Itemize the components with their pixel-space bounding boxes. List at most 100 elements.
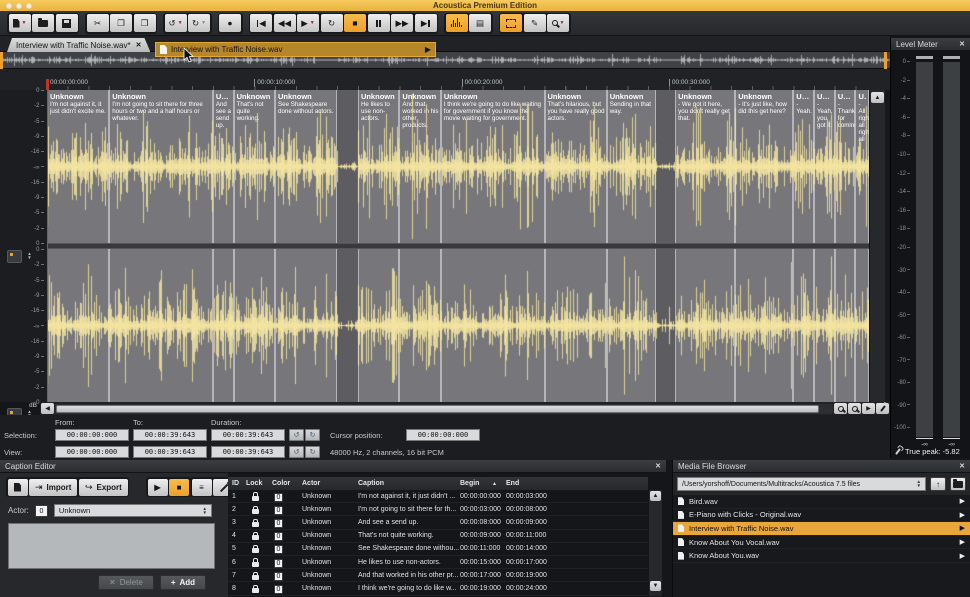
file-preview-play-icon[interactable]: ▶ xyxy=(960,538,965,546)
stop-button[interactable]: ■ xyxy=(344,14,366,32)
file-preview-play-icon[interactable]: ▶ xyxy=(960,552,965,560)
copy-button[interactable]: ❐ xyxy=(110,14,132,32)
overview-range-start-marker[interactable] xyxy=(0,52,3,69)
zoom-in-horizontal-button[interactable] xyxy=(834,403,847,414)
media-file-row[interactable]: Know About You Vocal.wav▶ xyxy=(673,536,970,550)
zoom-tool-button[interactable]: ▼ xyxy=(547,14,569,32)
column-header-color[interactable]: Color xyxy=(272,480,290,488)
record-button[interactable]: ● xyxy=(219,14,241,32)
undo-dropdown-icon[interactable]: ▼ xyxy=(178,21,183,26)
hscroll-track[interactable] xyxy=(55,404,833,414)
hscroll-thumb[interactable] xyxy=(56,405,819,413)
undo-button[interactable]: ↺▼ xyxy=(165,14,187,32)
caption-table-row[interactable]: 70UnknownAnd that worked in his other pr… xyxy=(228,569,648,582)
caption-stop-button[interactable]: ■ xyxy=(169,479,189,496)
caption-table-row[interactable]: 40UnknownThat's not quite working.00:00:… xyxy=(228,530,648,543)
level-meter-titlebar[interactable]: Level Meter ✕ xyxy=(891,38,970,51)
table-scroll-down-button[interactable]: ▼ xyxy=(650,581,661,591)
overview-range-end-marker[interactable] xyxy=(884,52,887,69)
column-header-lock[interactable]: Lock xyxy=(246,480,262,488)
add-caption-button[interactable]: +Add xyxy=(160,575,206,590)
go-to-start-button[interactable]: ◀ xyxy=(250,14,272,32)
view-to-field[interactable]: 00:00:39:643 xyxy=(133,446,207,458)
media-file-row[interactable]: E-Piano with Clicks - Original.wav▶ xyxy=(673,509,970,523)
minimize-window-button[interactable] xyxy=(16,3,22,9)
zoom-window-button[interactable] xyxy=(26,3,32,9)
view-from-field[interactable]: 00:00:00:000 xyxy=(55,446,129,458)
channel-divider[interactable] xyxy=(47,243,869,249)
open-file-button[interactable] xyxy=(32,14,54,32)
playhead-marker[interactable] xyxy=(46,79,49,90)
overview-waveform[interactable] xyxy=(0,52,890,69)
column-header-begin[interactable]: Begin xyxy=(460,480,479,488)
file-preview-play-icon[interactable]: ▶ xyxy=(960,524,965,532)
channel-1-button[interactable] xyxy=(7,250,22,263)
column-header-end[interactable]: End xyxy=(506,480,519,488)
new-file-dropdown-icon[interactable]: ▼ xyxy=(22,21,27,26)
caption-table-row[interactable]: 80UnknownI think we're going to do like … xyxy=(228,582,648,595)
meter-settings-icon[interactable] xyxy=(895,448,901,455)
caption-table-row[interactable]: 10UnknownI'm not against it, it just did… xyxy=(228,490,648,503)
table-scroll-track[interactable] xyxy=(649,502,662,580)
caption-editor-close-icon[interactable]: ✕ xyxy=(655,462,661,470)
caption-table-scrollbar[interactable]: ▲ ▼ xyxy=(649,490,662,596)
selection-duration-field[interactable]: 00:00:39:643 xyxy=(211,429,285,441)
play-dropdown-icon[interactable]: ▼ xyxy=(310,21,315,26)
selection-undo-button[interactable]: ↺ xyxy=(289,429,304,441)
caption-table-row[interactable]: 30UnknownAnd see a send up.00:00:08:0000… xyxy=(228,516,648,529)
media-file-row[interactable]: Bird.wav▶ xyxy=(673,495,970,509)
scroll-up-button[interactable]: ▲ xyxy=(871,92,884,103)
level-meter-close-icon[interactable]: ✕ xyxy=(959,40,965,48)
pause-button[interactable] xyxy=(368,14,390,32)
caption-editor-titlebar[interactable]: Caption Editor ✕ xyxy=(0,460,666,473)
tab-close-icon[interactable]: ✕ xyxy=(136,41,142,49)
cut-button[interactable]: ✂ xyxy=(87,14,109,32)
zoom-tool-dropdown-icon[interactable]: ▼ xyxy=(560,21,565,26)
selection-tool-button[interactable] xyxy=(500,14,522,32)
actor-select[interactable]: Unknown ▲▼ xyxy=(54,504,212,517)
spectrum-view-button[interactable]: ▤ xyxy=(469,14,491,32)
channel-2-waveform[interactable] xyxy=(47,249,869,402)
caption-table-header[interactable]: IDLockColorActorCaptionBegin▲End xyxy=(228,477,648,490)
caption-text-area[interactable] xyxy=(8,523,215,569)
table-scroll-up-button[interactable]: ▲ xyxy=(650,491,661,501)
column-header-id[interactable]: ID xyxy=(232,480,239,488)
media-file-row[interactable]: Know About You.wav▶ xyxy=(673,549,970,563)
rewind-button[interactable]: ◀◀ xyxy=(274,14,296,32)
paste-button[interactable]: ❒ xyxy=(134,14,156,32)
view-duration-field[interactable]: 00:00:39:643 xyxy=(211,446,285,458)
view-redo-button[interactable]: ↻ xyxy=(305,446,320,458)
horizontal-scrollbar[interactable]: ◀ ▶ xyxy=(40,402,890,415)
channel-1-stepper[interactable]: ▲▼ xyxy=(26,252,33,260)
export-captions-button[interactable]: ↪Export xyxy=(79,479,128,496)
caption-table-row[interactable]: 50UnknownSee Shakespeare done withou...0… xyxy=(228,543,648,556)
caption-table-row[interactable]: 20UnknownI'm not going to sit there for … xyxy=(228,503,648,516)
fast-forward-button[interactable]: ▶▶ xyxy=(391,14,413,32)
pencil-tool-button[interactable]: ✎ xyxy=(524,14,546,32)
go-to-end-button[interactable]: ▶ xyxy=(415,14,437,32)
view-undo-button[interactable]: ↺ xyxy=(289,446,304,458)
selection-to-field[interactable]: 00:00:39:643 xyxy=(133,429,207,441)
delete-caption-button[interactable]: ✕Delete xyxy=(98,575,154,590)
folder-up-button[interactable]: ↑ xyxy=(930,477,946,491)
redo-dropdown-icon[interactable]: ▼ xyxy=(201,21,206,26)
selection-from-field[interactable]: 00:00:00:000 xyxy=(55,429,129,441)
preview-play-icon[interactable]: ▶ xyxy=(425,45,431,54)
file-preview-play-icon[interactable]: ▶ xyxy=(960,497,965,505)
save-file-button[interactable] xyxy=(56,14,78,32)
loop-button[interactable]: ↻ xyxy=(321,14,343,32)
time-ruler[interactable]: 00:00:00:00000:00:10:00000:00:20:00000:0… xyxy=(0,69,890,90)
caption-play-button[interactable]: ▶ xyxy=(148,479,168,496)
redo-button[interactable]: ↻▼ xyxy=(188,14,210,32)
waveform-view-button[interactable] xyxy=(446,14,468,32)
file-preview-play-icon[interactable]: ▶ xyxy=(960,511,965,519)
waveform-canvas-area[interactable]: UnknownI'm not against it, it just didn'… xyxy=(47,90,869,402)
import-captions-button[interactable]: ⇥Import xyxy=(29,479,77,496)
media-browser-close-icon[interactable]: ✕ xyxy=(959,462,965,470)
new-file-button[interactable]: ▼ xyxy=(9,14,31,32)
media-browser-titlebar[interactable]: Media File Browser ✕ xyxy=(673,460,970,473)
zoom-selection-button[interactable]: ▶ xyxy=(862,403,875,414)
choose-folder-button[interactable] xyxy=(950,477,966,491)
media-file-row[interactable]: Interview with Traffic Noise.wav▶ xyxy=(673,522,970,536)
caption-table-row[interactable]: 60UnknownHe likes to use non-actors.00:0… xyxy=(228,556,648,569)
